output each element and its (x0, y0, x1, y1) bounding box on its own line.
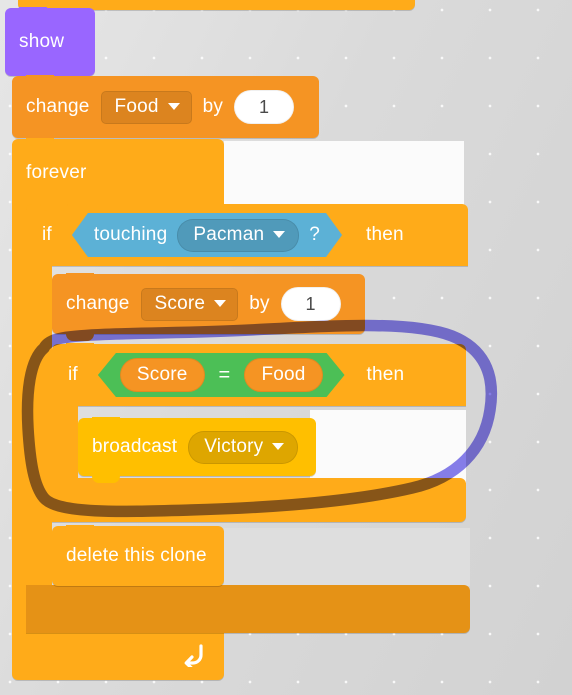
number-input-score-amount[interactable]: 1 (280, 287, 341, 321)
operator-symbol: = (218, 363, 231, 386)
block-change-score-connector: by (249, 293, 270, 314)
block-delete-this-clone[interactable]: delete this clone (52, 525, 224, 586)
block-change-score[interactable]: change Score by 1 (52, 273, 365, 341)
block-change-score-label: change (66, 293, 130, 314)
chevron-down-icon (272, 443, 285, 450)
number-input-food-amount[interactable]: 1 (234, 90, 295, 124)
block-forever-footer[interactable] (12, 630, 224, 680)
chevron-down-icon (273, 231, 285, 238)
chevron-down-icon (214, 300, 227, 307)
scratch-block-editor-canvas[interactable]: show change Food by 1 forever if touchin… (0, 0, 572, 695)
condition-equals[interactable]: Score = Food (98, 353, 345, 397)
block-if-touching-then: then (366, 224, 404, 245)
variable-dropdown-food[interactable]: Food (100, 90, 192, 124)
sensing-dropdown-pacman-value: Pacman (193, 223, 265, 245)
loop-arrow-icon (184, 644, 203, 667)
block-change-food-label: change (26, 96, 90, 117)
canvas-gap (224, 141, 464, 209)
block-forever-label: forever (26, 162, 87, 183)
condition-touching-suffix: ? (309, 224, 321, 245)
operand-right-food[interactable]: Food (244, 358, 322, 392)
block-if-touching[interactable]: if touching Pacman ? then (26, 203, 468, 266)
condition-touching-label: touching (93, 224, 168, 245)
block-show-label: show (19, 31, 65, 52)
variable-dropdown-score[interactable]: Score (140, 287, 239, 321)
variable-dropdown-score-value: Score (154, 292, 206, 314)
block-if-touching-label: if (42, 224, 52, 245)
block-broadcast-victory[interactable]: broadcast Victory (78, 417, 316, 483)
canvas-gap (310, 410, 466, 484)
block-if-score-equals-food-then: then (366, 364, 405, 385)
broadcast-message-dropdown[interactable]: Victory (188, 430, 299, 464)
block-if-score-equals-food[interactable]: if Score = Food then (52, 343, 466, 406)
block-delete-this-clone-label: delete this clone (66, 545, 207, 566)
block-change-food[interactable]: change Food by 1 (12, 75, 319, 145)
operand-left-score[interactable]: Score (120, 358, 205, 392)
block-show[interactable]: show (5, 7, 95, 83)
block-broadcast-label: broadcast (92, 436, 178, 457)
block-forever[interactable]: forever (12, 138, 224, 207)
block-if-touching-spine (26, 260, 52, 590)
block-if-score-footer[interactable] (52, 478, 466, 522)
canvas-gap (224, 528, 470, 586)
condition-touching[interactable]: touching Pacman ? (72, 213, 342, 257)
block-if-touching-footer[interactable] (26, 585, 470, 633)
sensing-dropdown-pacman[interactable]: Pacman (177, 219, 299, 252)
block-if-score-equals-food-label: if (68, 364, 78, 385)
broadcast-message-value: Victory (204, 435, 264, 457)
variable-dropdown-food-value: Food (114, 95, 159, 117)
chevron-down-icon (167, 103, 180, 110)
block-change-food-connector: by (202, 96, 224, 117)
